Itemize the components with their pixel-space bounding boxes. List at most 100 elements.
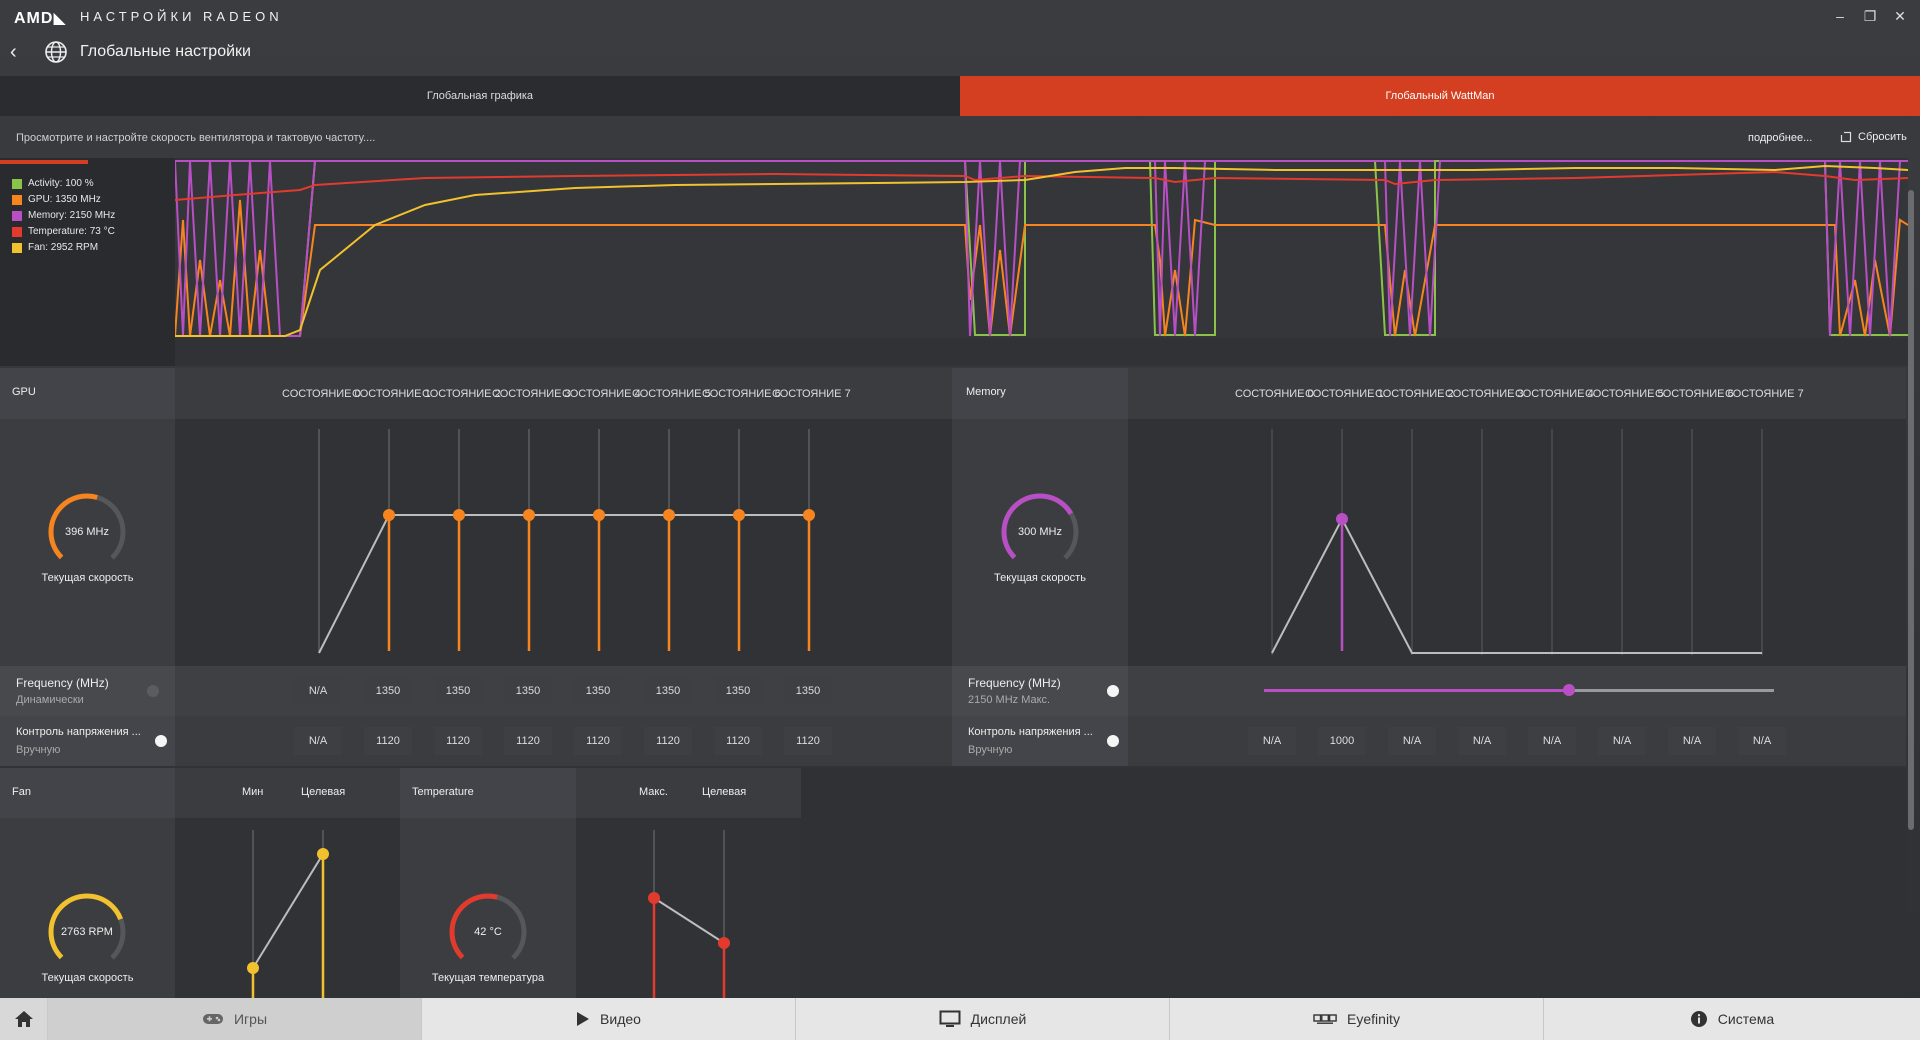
memory-voltage-value[interactable]: 1000 — [1318, 727, 1366, 755]
info-icon — [1690, 1011, 1707, 1027]
nav-games[interactable]: Игры — [48, 998, 422, 1040]
memory-voltage-value[interactable]: N/A — [1528, 727, 1576, 755]
memory-voltage-label: Контроль напряжения ... — [968, 726, 1093, 738]
temperature-curve-header: Макс. Целевая — [576, 768, 801, 818]
legend-label: Fan: 2952 RPM — [28, 242, 99, 253]
legend-item-activity[interactable]: Activity: 100 % — [12, 176, 115, 192]
minimize-icon[interactable]: – — [1828, 6, 1852, 26]
memory-frequency-label-cell: Frequency (MHz) 2150 MHz Макс. — [952, 666, 1128, 716]
gpu-section-label: GPU — [12, 386, 36, 398]
gpu-voltage-sub: Вручную — [16, 744, 61, 756]
gpu-voltage-value[interactable]: 1120 — [784, 727, 832, 755]
memory-state-label: СОСТОЯНИЕ 1 — [1305, 388, 1384, 400]
memory-frequency-toggle[interactable] — [1107, 685, 1119, 697]
fan-section-label: Fan — [12, 786, 31, 798]
gpu-gauge-caption: Текущая скорость — [41, 572, 134, 584]
nav-display[interactable]: Дисплей — [796, 998, 1170, 1040]
gpu-state-label: СОСТОЯНИЕ 0 — [282, 388, 361, 400]
nav-eyefinity-label: Eyefinity — [1347, 1011, 1400, 1027]
memory-frequency-sub: 2150 MHz Макс. — [968, 694, 1051, 706]
reset-button[interactable]: Сбросить — [1840, 131, 1907, 143]
gpu-voltage-label-cell: Контроль напряжения ... Вручную — [0, 716, 175, 766]
fan-curve-header: Мин Целевая — [175, 768, 400, 818]
memory-voltage-sub: Вручную — [968, 744, 1013, 756]
gpu-voltage-label: Контроль напряжения ... — [16, 726, 141, 738]
gpu-voltage-toggle[interactable] — [155, 735, 167, 747]
legend-label: Memory: 2150 MHz — [28, 210, 116, 221]
gpu-frequency-value[interactable]: 1350 — [434, 677, 482, 705]
memory-state-label: СОСТОЯНИЕ 0 — [1235, 388, 1314, 400]
gpu-state-curve — [318, 429, 815, 654]
close-icon[interactable]: ✕ — [1888, 6, 1912, 26]
play-icon — [577, 1012, 590, 1026]
tab-global-wattman[interactable]: Глобальный WattMan — [960, 76, 1920, 116]
nav-games-label: Игры — [233, 1011, 268, 1027]
memory-gauge-value: 300 MHz — [1017, 526, 1063, 538]
memory-gauge-caption: Текущая скорость — [994, 572, 1086, 584]
fan-target-label: Целевая — [301, 786, 346, 798]
memory-voltage-value[interactable]: N/A — [1738, 727, 1786, 755]
gpu-voltage-value[interactable]: 1120 — [504, 727, 552, 755]
bottom-navigation: Игры Видео Дисплей Eyefinity Система — [0, 998, 1920, 1040]
eyefinity-icon — [1313, 1014, 1337, 1024]
nav-home[interactable] — [0, 998, 48, 1040]
nav-eyefinity[interactable]: Eyefinity — [1170, 998, 1544, 1040]
gpu-frequency-value[interactable]: N/A — [294, 677, 342, 705]
nav-video-label: Видео — [600, 1011, 641, 1027]
gpu-gauge-value: 396 MHz — [64, 526, 110, 538]
vertical-scrollbar[interactable] — [1908, 190, 1914, 830]
memory-voltage-value[interactable]: N/A — [1388, 727, 1436, 755]
temperature-target-label: Целевая — [702, 786, 747, 798]
gpu-header: GPU — [0, 368, 175, 419]
legend-item-gpu[interactable]: GPU: 1350 MHz — [12, 192, 115, 208]
gpu-voltage-value[interactable]: 1120 — [364, 727, 412, 755]
legend-item-temperature[interactable]: Temperature: 73 °C — [12, 224, 115, 240]
gpu-frequency-value[interactable]: 1350 — [644, 677, 692, 705]
more-link[interactable]: подробнее... — [1748, 132, 1812, 144]
gpu-voltage-value[interactable]: 1120 — [644, 727, 692, 755]
gpu-frequency-value[interactable]: 1350 — [574, 677, 622, 705]
memory-voltage-value[interactable]: N/A — [1598, 727, 1646, 755]
legend-item-memory[interactable]: Memory: 2150 MHz — [12, 208, 115, 224]
memory-voltage-value[interactable]: N/A — [1458, 727, 1506, 755]
gpu-frequency-value[interactable]: 1350 — [504, 677, 552, 705]
gpu-frequency-toggle[interactable] — [147, 685, 159, 697]
legend-label: Activity: 100 % — [28, 178, 94, 189]
memory-frequency-slider-handle[interactable] — [1563, 684, 1575, 696]
fan-header: Fan — [0, 768, 175, 818]
temperature-header: Temperature — [400, 768, 576, 818]
page-title: Глобальные настройки — [80, 43, 251, 60]
nav-display-label: Дисплей — [970, 1011, 1027, 1027]
nav-system[interactable]: Система — [1544, 998, 1920, 1040]
gpu-voltage-value[interactable]: N/A — [294, 727, 342, 755]
legend-label: GPU: 1350 MHz — [28, 194, 101, 205]
gpu-voltage-value[interactable]: 1120 — [714, 727, 762, 755]
title-bar: AMD◣ НАСТРОЙКИ RADEON – ❐ ✕ — [0, 0, 1920, 34]
memory-frequency-slider-fill — [1264, 689, 1570, 692]
memory-state-label: СОСТОЯНИЕ 4 — [1515, 388, 1594, 400]
description-text: Просмотрите и настройте скорость вентиля… — [16, 132, 376, 144]
gpu-state-label: СОСТОЯНИЕ 3 — [492, 388, 571, 400]
legend-swatch — [12, 211, 22, 221]
memory-state-label: СОСТОЯНИЕ 6 — [1655, 388, 1734, 400]
legend-item-fan[interactable]: Fan: 2952 RPM — [12, 240, 115, 256]
tab-global-graphics[interactable]: Глобальная графика — [0, 76, 960, 116]
restore-icon[interactable]: ❐ — [1858, 6, 1882, 26]
gpu-voltage-value[interactable]: 1120 — [574, 727, 622, 755]
gpu-state-label: СОСТОЯНИЕ 6 — [702, 388, 781, 400]
back-chevron-left-icon[interactable]: ‹ — [10, 40, 30, 64]
gpu-voltage-value[interactable]: 1120 — [434, 727, 482, 755]
memory-voltage-value[interactable]: N/A — [1668, 727, 1716, 755]
tab-bar: Глобальная графика Глобальный WattMan — [0, 76, 1920, 116]
memory-header: Memory — [952, 368, 1128, 419]
legend-swatch — [12, 227, 22, 237]
memory-voltage-value[interactable]: N/A — [1248, 727, 1296, 755]
memory-state-curve — [1271, 429, 1763, 655]
gpu-frequency-value[interactable]: 1350 — [714, 677, 762, 705]
gpu-frequency-value[interactable]: 1350 — [364, 677, 412, 705]
nav-video[interactable]: Видео — [422, 998, 796, 1040]
memory-voltage-toggle[interactable] — [1107, 735, 1119, 747]
memory-state-label: СОСТОЯНИЕ 2 — [1375, 388, 1454, 400]
gpu-frequency-value[interactable]: 1350 — [784, 677, 832, 705]
gpu-frequency-label-cell: Frequency (MHz) Динамически — [0, 666, 175, 716]
